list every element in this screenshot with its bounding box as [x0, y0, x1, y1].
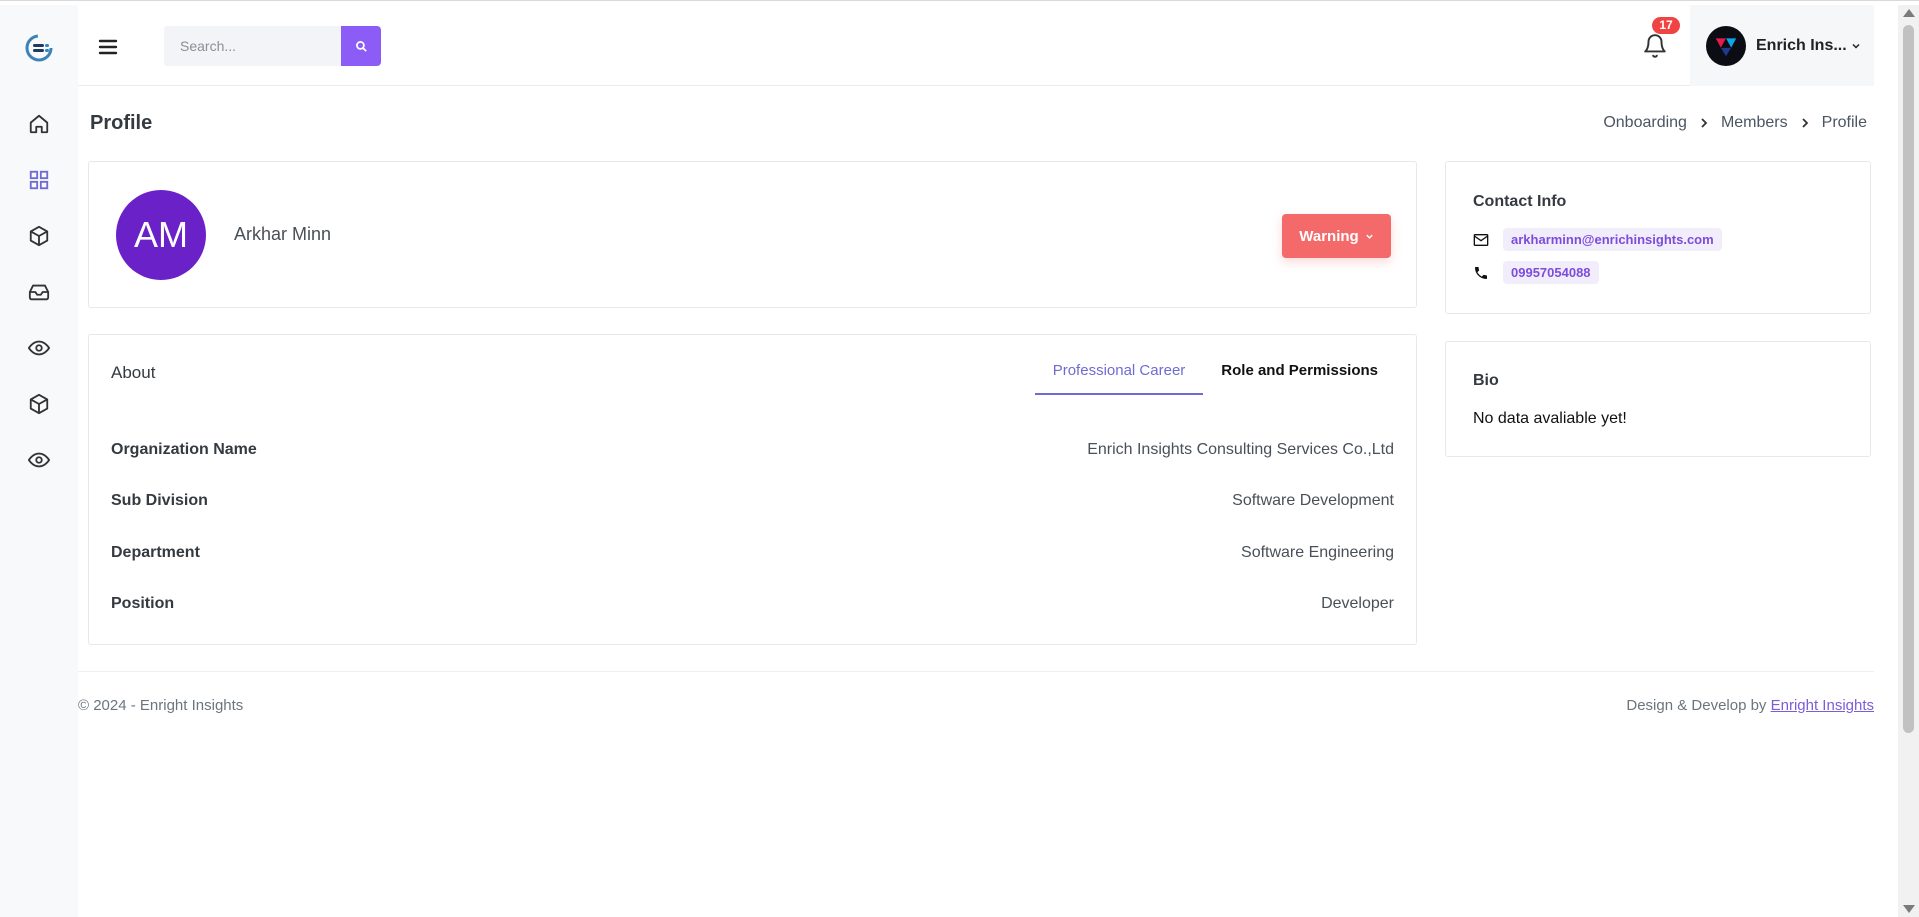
detail-row-organization: Organization Name Enrich Insights Consul… [111, 441, 1394, 459]
menu-toggle-icon[interactable] [96, 35, 120, 59]
cube-icon[interactable] [24, 389, 54, 419]
cube-icon[interactable] [24, 221, 54, 251]
sidebar [0, 5, 78, 917]
app-logo-icon[interactable] [24, 33, 54, 63]
contact-phone-row: 09957054088 [1473, 261, 1599, 284]
scroll-down-arrow-icon[interactable] [1903, 905, 1915, 913]
search-icon [356, 41, 367, 52]
detail-key: Position [111, 595, 175, 612]
scrollbar-thumb[interactable] [1903, 25, 1914, 733]
profile-avatar: AM [116, 190, 206, 280]
page-title: Profile [90, 112, 153, 134]
status-warning-button[interactable]: Warning [1282, 214, 1391, 258]
profile-card: AM Arkhar Minn Warning [88, 161, 1417, 308]
detail-value: Enrich Insights Consulting Services Co.,… [1087, 441, 1394, 458]
search-input[interactable] [164, 26, 341, 66]
phone-icon [1475, 266, 1487, 279]
about-card: About Professional Career Role and Permi… [88, 334, 1417, 645]
contact-info-title: Contact Info [1473, 193, 1567, 210]
breadcrumb: Onboarding Members Profile [1603, 114, 1867, 132]
status-warning-label: Warning [1299, 227, 1359, 245]
detail-key: Sub Division [111, 492, 208, 509]
tab-role-and-permissions[interactable]: Role and Permissions [1203, 349, 1396, 395]
detail-key: Organization Name [111, 441, 257, 458]
chevron-down-icon [1852, 43, 1860, 49]
about-heading: About [111, 363, 156, 382]
bio-card: Bio No data avaliable yet! [1445, 341, 1871, 457]
detail-value: Software Development [1232, 492, 1394, 509]
vertical-scrollbar[interactable] [1898, 5, 1919, 917]
envelope-icon [1473, 233, 1489, 246]
top-header: 17 Enrich Ins... [78, 5, 1874, 86]
footer-credit-text: Design & Develop by [1626, 697, 1771, 714]
chevron-right-icon [1701, 118, 1708, 128]
inbox-icon[interactable] [24, 277, 54, 307]
detail-value: Developer [1321, 595, 1394, 612]
chevron-right-icon [1802, 118, 1808, 128]
eye-icon[interactable] [24, 445, 54, 475]
tab-professional-career[interactable]: Professional Career [1034, 349, 1204, 395]
notification-count-badge: 17 [1652, 17, 1680, 34]
about-tabs: Professional Career Role and Permissions [1034, 349, 1396, 395]
breadcrumb-item-members[interactable]: Members [1721, 114, 1788, 132]
detail-value: Software Engineering [1241, 544, 1394, 561]
notification-bell-icon[interactable] [1642, 33, 1672, 63]
breadcrumb-item-onboarding[interactable]: Onboarding [1603, 114, 1687, 132]
search-button[interactable] [341, 26, 381, 66]
home-icon[interactable] [24, 109, 54, 139]
footer-copyright: © 2024 - Enright Insights [78, 697, 244, 714]
scroll-up-arrow-icon[interactable] [1903, 9, 1915, 17]
detail-row-sub-division: Sub Division Software Development [111, 492, 1394, 510]
eye-icon[interactable] [24, 333, 54, 363]
detail-row-position: Position Developer [111, 595, 1394, 613]
contact-phone[interactable]: 09957054088 [1503, 261, 1599, 284]
contact-email[interactable]: arkharminn@enrichinsights.com [1503, 228, 1722, 251]
user-menu[interactable]: Enrich Ins... [1690, 5, 1874, 86]
breadcrumb-item-profile: Profile [1821, 114, 1867, 131]
detail-row-department: Department Software Engineering [111, 544, 1394, 562]
profile-name: Arkhar Minn [234, 224, 332, 244]
footer-credit-link[interactable]: Enright Insights [1771, 697, 1874, 714]
dashboard-grid-icon[interactable] [24, 165, 54, 195]
footer: © 2024 - Enright Insights Design & Devel… [78, 671, 1874, 731]
user-name: Enrich Ins... [1756, 36, 1847, 54]
contact-email-row: arkharminn@enrichinsights.com [1473, 228, 1722, 251]
chevron-down-icon [1366, 234, 1373, 239]
bio-title: Bio [1473, 372, 1499, 389]
user-avatar [1706, 25, 1746, 66]
search-bar [164, 26, 381, 66]
footer-credit: Design & Develop by Enright Insights [1626, 697, 1874, 714]
bio-text: No data avaliable yet! [1473, 410, 1627, 427]
contact-info-card: Contact Info arkharminn@enrichinsights.c… [1445, 161, 1871, 314]
detail-key: Department [111, 544, 200, 561]
